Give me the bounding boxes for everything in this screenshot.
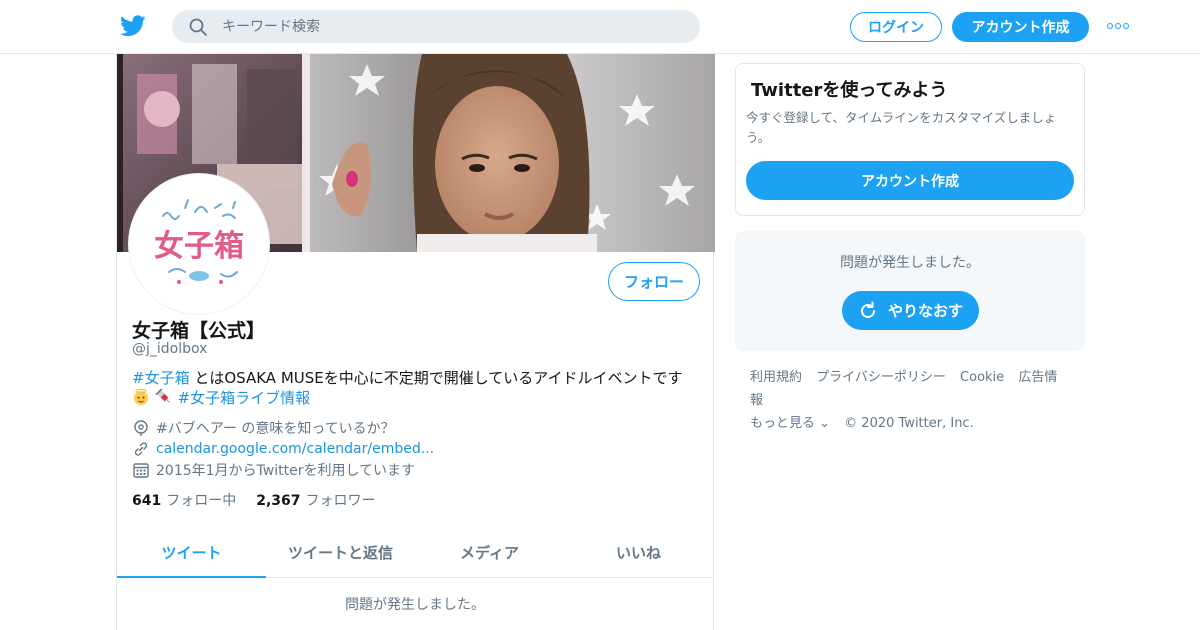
- profile-stats: 641 フォロー中 2,367 フォロワー: [132, 490, 376, 510]
- syringe-emoji: [155, 388, 170, 404]
- promo-text: 今すぐ登録して、タイムラインをカスタマイズしましょう。: [746, 110, 1057, 145]
- top-navigation-bar: ログイン アカウント作成: [0, 0, 1200, 54]
- twitter-bird-icon[interactable]: [120, 14, 146, 38]
- profile-url-row: calendar.google.com/calendar/embed...: [132, 439, 702, 459]
- profile-location: #バブヘアー の意味を知っているか？: [156, 421, 395, 437]
- tab-tweets-and-replies[interactable]: ツイートと返信: [266, 528, 415, 577]
- profile-url-link[interactable]: calendar.google.com/calendar/embed...: [156, 441, 434, 457]
- search-input[interactable]: [222, 18, 682, 35]
- timeline-error-message: 問題が発生しました。: [345, 597, 485, 613]
- search-icon: [189, 18, 207, 36]
- sidebar-error-message: 問題が発生しました。: [840, 255, 980, 271]
- tab-tweets[interactable]: ツイート: [117, 528, 266, 578]
- link-icon: [134, 442, 148, 456]
- tab-likes[interactable]: いいね: [564, 528, 713, 577]
- following-count: 641: [132, 493, 162, 509]
- calendar-icon: [133, 463, 149, 478]
- profile-location-row: #バブヘアー の意味を知っているか？: [132, 418, 702, 438]
- profile-tabs: ツイート ツイートと返信 メディア いいね: [117, 528, 713, 578]
- profile-avatar[interactable]: 女子箱: [129, 174, 269, 314]
- profile-handle: @j_idolbox: [132, 341, 208, 357]
- footer-link-cookie[interactable]: Cookie: [960, 370, 1004, 385]
- tab-media[interactable]: メディア: [415, 528, 564, 577]
- refresh-icon: [861, 301, 875, 318]
- login-button[interactable]: ログイン: [850, 12, 942, 42]
- more-dots-icon[interactable]: [1106, 18, 1130, 34]
- bio-hashtag-link[interactable]: #女子箱ライブ情報: [178, 389, 311, 407]
- search-bar[interactable]: [172, 10, 700, 43]
- following-label: フォロー中: [166, 493, 237, 509]
- profile-display-name: 女子箱【公式】: [132, 320, 266, 342]
- followers-stat[interactable]: 2,367 フォロワー: [256, 490, 375, 510]
- promo-title: Twitterを使ってみよう: [751, 80, 948, 101]
- profile-bio: #女子箱 とはOSAKA MUSEを中心に不定期で開催しているアイドルイベントで…: [132, 368, 702, 408]
- signup-promo-card: Twitterを使ってみよう 今すぐ登録して、タイムラインをカスタマイズしましょ…: [735, 63, 1085, 216]
- follow-button[interactable]: フォロー: [608, 262, 700, 301]
- footer-link-terms[interactable]: 利用規約: [750, 370, 802, 385]
- avatar-logo-text: 女子箱: [154, 229, 244, 264]
- followers-label: フォロワー: [305, 493, 376, 509]
- baby-angel-emoji: [134, 388, 148, 405]
- location-pin-icon: [134, 420, 148, 436]
- profile-joined-row: 2015年1月からTwitterを利用しています: [132, 460, 702, 480]
- profile-column: 女子箱 フォロー 女子箱【公式】 @j_idolbox #女子箱 とはOSAKA…: [116, 54, 715, 630]
- retry-button[interactable]: やりなおす: [842, 291, 979, 330]
- followers-count: 2,367: [256, 493, 301, 509]
- footer-copyright: © 2020 Twitter, Inc.: [844, 416, 974, 431]
- following-stat[interactable]: 641 フォロー中: [132, 490, 236, 510]
- bio-text: とはOSAKA MUSEを中心に不定期で開催しているアイドルイベントです: [189, 369, 683, 387]
- retry-label: やりなおす: [887, 302, 963, 320]
- sidebar-error-card: 問題が発生しました。 やりなおす: [735, 231, 1085, 351]
- bio-hashtag-link[interactable]: #女子箱: [132, 369, 190, 387]
- footer-links: 利用規約 プライバシーポリシー Cookie 広告情報 もっと見る ⌄ © 20…: [750, 366, 1080, 435]
- signup-button[interactable]: アカウント作成: [952, 12, 1089, 42]
- footer-link-more[interactable]: もっと見る ⌄: [750, 416, 830, 431]
- footer-link-privacy[interactable]: プライバシーポリシー: [816, 370, 946, 385]
- promo-signup-button[interactable]: アカウント作成: [746, 161, 1074, 200]
- profile-joined-date: 2015年1月からTwitterを利用しています: [156, 463, 416, 479]
